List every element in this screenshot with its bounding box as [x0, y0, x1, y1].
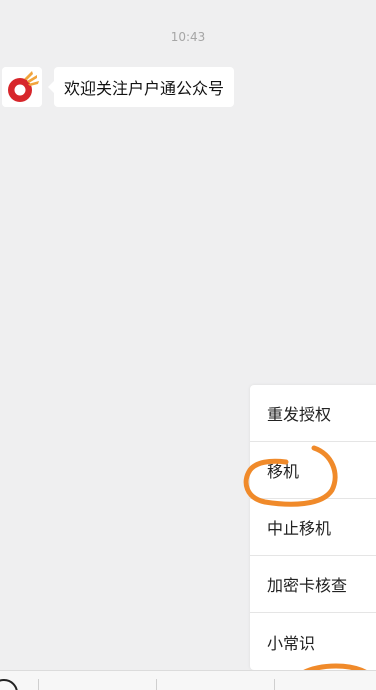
menu-item-tips[interactable]: 小常识 — [250, 613, 376, 670]
message-timestamp: 10:43 — [170, 30, 206, 44]
menu-item-cancel-relocation[interactable]: 中止移机 — [250, 499, 376, 556]
bar-divider — [38, 679, 39, 690]
bar-divider — [274, 679, 275, 690]
official-account-avatar[interactable] — [2, 67, 42, 107]
keyboard-toggle-icon[interactable] — [0, 679, 18, 690]
huhutong-logo-icon — [2, 67, 42, 107]
menu-item-smartcard-check[interactable]: 加密卡核查 — [250, 556, 376, 613]
bottom-menu-bar — [0, 670, 376, 690]
welcome-message-text: 欢迎关注户户通公众号 — [64, 79, 225, 98]
chat-screen: 10:43 欢迎关注户户通公众号 重发授权 移机 中止移机 加密卡核查 小常识 — [0, 0, 376, 690]
service-menu-popup: 重发授权 移机 中止移机 加密卡核查 小常识 — [250, 385, 376, 670]
welcome-message-bubble: 欢迎关注户户通公众号 — [47, 67, 235, 107]
menu-item-relocate[interactable]: 移机 — [250, 442, 376, 499]
bar-divider — [156, 679, 157, 690]
menu-item-resend-authorization[interactable]: 重发授权 — [250, 385, 376, 442]
